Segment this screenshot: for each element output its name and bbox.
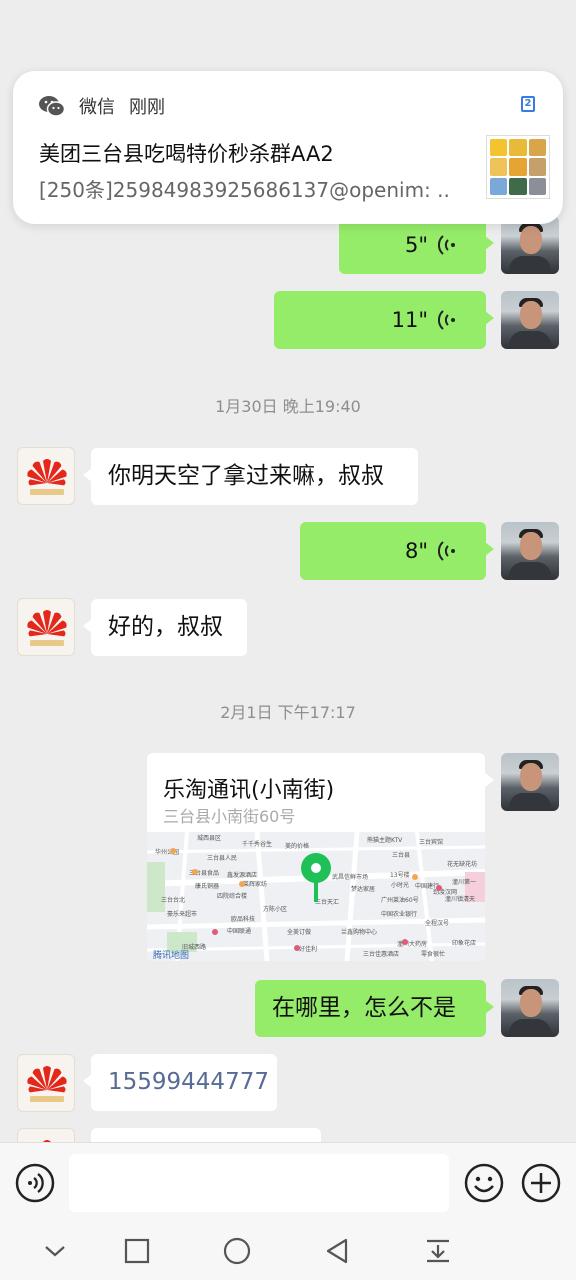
message-text: 在哪里，怎么不是	[272, 995, 456, 1021]
location-address: 三台县小南街60号	[163, 807, 296, 826]
map-label: 旧城西路	[182, 943, 206, 951]
message-timestamp: 1月30日 晚上19:40	[215, 397, 361, 416]
map-label: 四院综合楼	[217, 892, 247, 900]
my-avatar[interactable]	[501, 216, 559, 274]
wechat-icon	[39, 96, 65, 117]
map-label: 方陈小区	[263, 905, 287, 913]
voice-wave-icon	[438, 310, 455, 330]
text-message-bubble[interactable]: 好的，叔叔	[83, 599, 247, 656]
map-watermark: 腾讯地图	[153, 949, 189, 961]
voice-duration: 8"	[404, 538, 428, 563]
notification-banner[interactable]: 微信 刚刚 2 美团三台县吃喝特价秒杀群AA2 [250条]2598498392…	[13, 71, 563, 224]
download-icon[interactable]	[423, 1236, 453, 1266]
my-avatar[interactable]	[501, 522, 559, 580]
huawei-logo-icon	[27, 459, 67, 495]
emoji-icon[interactable]	[464, 1163, 504, 1203]
location-card[interactable]: 乐淘通讯(小南街) 三台县小南街60号 城西县区 千千秀谷生 美的价格 熊猫主题…	[147, 753, 485, 961]
map-label: 武昌信鲜市场	[332, 873, 368, 881]
text-message-bubble[interactable]	[91, 1128, 321, 1142]
contact-avatar[interactable]	[17, 447, 75, 505]
my-avatar[interactable]	[501, 291, 559, 349]
notification-app-name: 微信	[79, 97, 115, 118]
circle-icon[interactable]	[222, 1236, 252, 1266]
huawei-logo-icon	[43, 1140, 51, 1142]
map-label: 全美订做	[287, 928, 311, 936]
map-label: 三台宾馆	[419, 838, 443, 846]
map-label: 鑫发源酒店	[227, 871, 257, 879]
map-label: 印象花店	[452, 939, 476, 947]
map-label: 千千秀谷生	[242, 840, 272, 848]
huawei-logo-icon	[27, 610, 67, 646]
location-name: 乐淘通讯(小南街)	[163, 778, 335, 803]
my-avatar[interactable]	[501, 753, 559, 811]
message-input[interactable]	[69, 1154, 449, 1212]
map-label: 熊猫主题KTV	[367, 836, 403, 844]
message-timestamp: 2月1日 下午17:17	[220, 703, 356, 722]
map-label: 三台台北	[161, 896, 185, 904]
map-label: 13号楼	[390, 871, 410, 879]
voice-duration: 11"	[391, 307, 428, 332]
map-label: 中国农业银行	[381, 910, 417, 918]
location-card-pointer	[485, 773, 494, 787]
chevron-down-icon[interactable]	[40, 1236, 70, 1266]
notification-count-badge: 2	[521, 96, 535, 112]
chat-input-bar	[0, 1142, 576, 1222]
group-avatar-thumbnail	[486, 135, 550, 199]
map-label: 城西县区	[197, 835, 221, 842]
message-text: 你明天空了拿过来嘛，叔叔	[108, 463, 384, 489]
map-label: 好佳利	[299, 945, 317, 953]
map-label: 豪乐来超市	[167, 910, 197, 918]
text-message-bubble[interactable]: 15599444777	[83, 1054, 277, 1111]
location-map[interactable]: 城西县区 千千秀谷生 美的价格 熊猫主题KTV 三台宾馆 华州公园 三台县人民 …	[147, 832, 485, 961]
map-label: 全程汉号	[425, 919, 449, 927]
map-label: 三台天汇	[315, 898, 339, 906]
map-label: 三台县	[392, 851, 410, 859]
huawei-logo-icon	[27, 1066, 67, 1102]
map-label: 潼川大药房	[397, 940, 427, 948]
map-label: 零食很忙	[421, 950, 445, 958]
voice-mode-icon[interactable]	[15, 1163, 55, 1203]
plus-icon[interactable]	[521, 1163, 561, 1203]
square-icon[interactable]	[122, 1236, 152, 1266]
map-label: 莱辉家纺	[243, 880, 267, 888]
notification-text: [250条]25984983925686137@openim: ..	[39, 178, 449, 202]
voice-message-bubble[interactable]: 5"	[339, 216, 494, 274]
map-label: 兰鑫购物中心	[341, 928, 377, 936]
system-navigation-bar	[0, 1222, 576, 1280]
my-avatar[interactable]	[501, 979, 559, 1037]
map-label: 中国联通	[227, 927, 251, 935]
map-label: 潼川镇清天	[445, 895, 475, 903]
map-label: 潼川第一	[452, 878, 476, 886]
map-label: 广州莱油60号	[381, 896, 419, 904]
voice-wave-icon	[438, 235, 455, 255]
triangle-back-icon[interactable]	[322, 1236, 352, 1266]
phone-number-link[interactable]: 15599444777	[108, 1071, 269, 1094]
map-label: 花无缺花坊	[447, 860, 477, 868]
map-label: 梦达家居	[351, 885, 375, 893]
notification-time: 刚刚	[129, 97, 165, 118]
voice-duration: 5"	[404, 232, 428, 257]
voice-message-bubble[interactable]: 8"	[300, 522, 494, 580]
map-label: 欧品科技	[231, 915, 255, 923]
map-label: 美的价格	[285, 842, 309, 850]
text-message-bubble[interactable]: 在哪里，怎么不是	[255, 980, 494, 1037]
map-label: 康氏铜器	[195, 882, 219, 890]
notification-title: 美团三台县吃喝特价秒杀群AA2	[39, 142, 334, 166]
contact-avatar[interactable]	[17, 1054, 75, 1112]
voice-message-bubble[interactable]: 11"	[274, 291, 494, 349]
message-text: 好的，叔叔	[108, 614, 223, 640]
contact-avatar[interactable]	[17, 598, 75, 656]
voice-wave-icon	[438, 541, 455, 561]
map-label: 小时光	[391, 881, 409, 889]
map-label: 三台县人民	[207, 854, 237, 862]
map-label: 三台佳惠酒店	[363, 950, 399, 958]
contact-avatar[interactable]	[17, 1128, 75, 1142]
text-message-bubble[interactable]: 你明天空了拿过来嘛，叔叔	[83, 448, 418, 505]
